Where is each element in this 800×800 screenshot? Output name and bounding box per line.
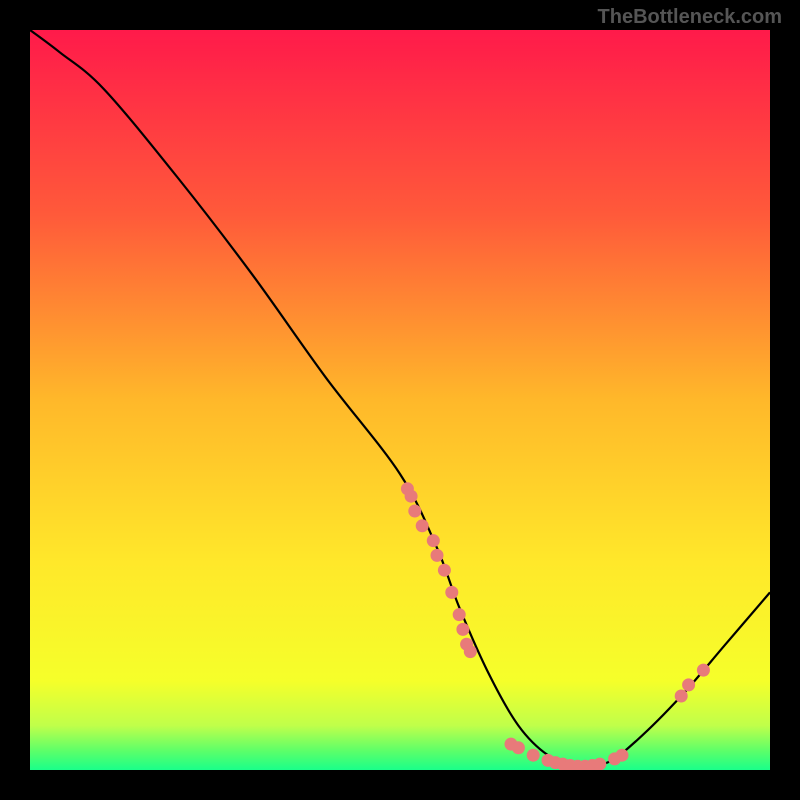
data-marker	[697, 664, 710, 677]
watermark-text: TheBottleneck.com	[598, 6, 782, 29]
data-marker	[438, 564, 451, 577]
data-marker	[682, 678, 695, 691]
chart-svg	[30, 30, 770, 770]
data-marker	[512, 741, 525, 754]
data-marker	[675, 690, 688, 703]
data-marker	[456, 623, 469, 636]
chart-area	[30, 30, 770, 770]
data-marker	[408, 505, 421, 518]
data-marker	[616, 749, 629, 762]
data-marker	[431, 549, 444, 562]
data-marker	[593, 758, 606, 770]
plot-background	[30, 30, 770, 770]
data-marker	[445, 586, 458, 599]
data-marker	[427, 534, 440, 547]
data-marker	[527, 749, 540, 762]
data-marker	[464, 645, 477, 658]
data-marker	[416, 519, 429, 532]
data-marker	[405, 490, 418, 503]
data-marker	[453, 608, 466, 621]
